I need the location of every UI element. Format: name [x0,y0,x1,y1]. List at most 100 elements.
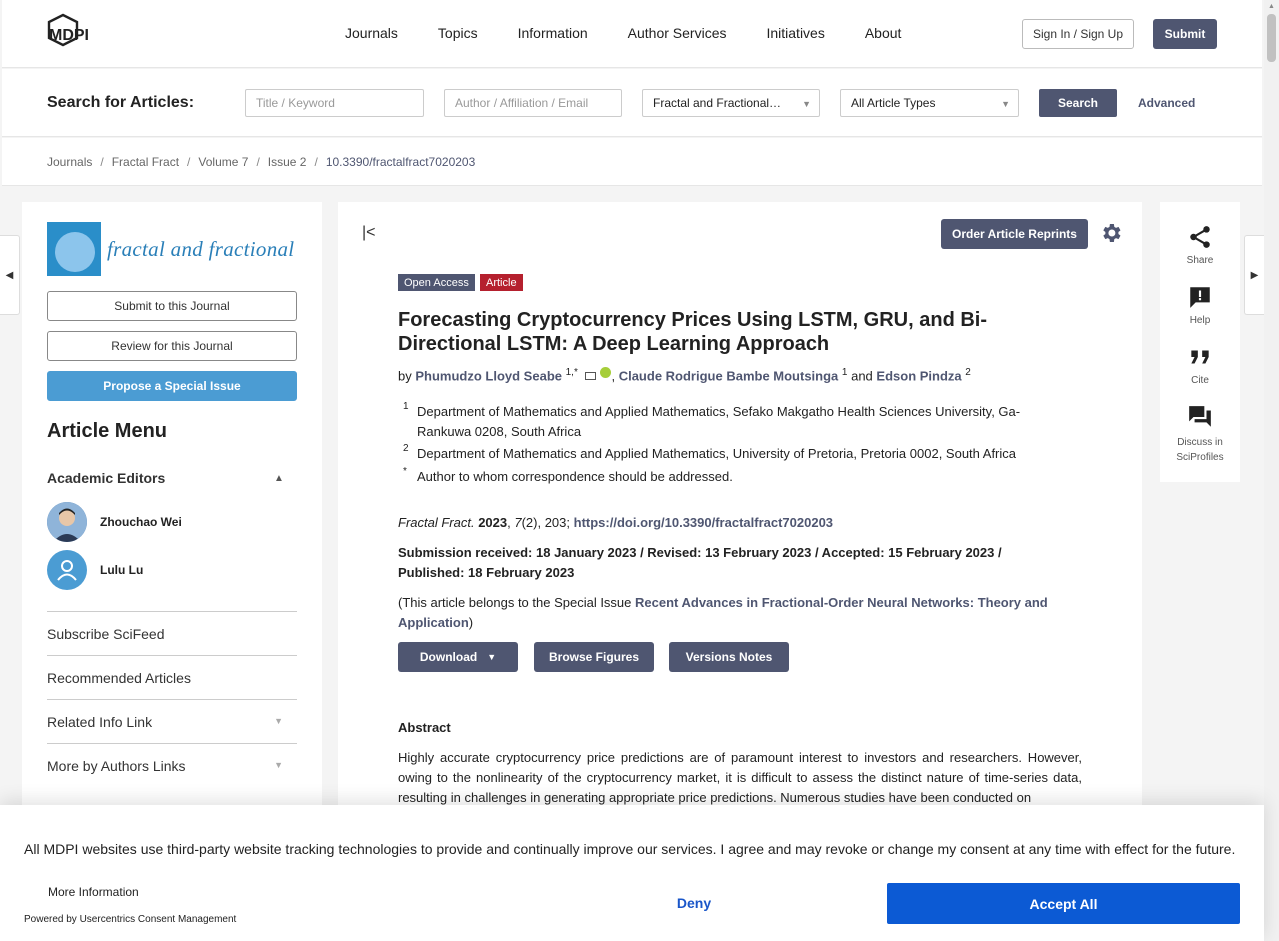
search-button[interactable]: Search [1039,89,1117,117]
submit-to-journal-button[interactable]: Submit to this Journal [47,291,297,321]
breadcrumb: Journals / Fractal Fract / Volume 7/ Issue… [2,138,1262,186]
affiliation: 1 Department of Mathematics and Applied … [403,401,1021,439]
nav-about[interactable]: About [865,25,902,41]
svg-text:MDPI: MDPI [49,27,89,44]
mdpi-logo[interactable]: MDPI [47,13,111,55]
email-icon[interactable] [585,372,597,381]
propose-special-issue-button[interactable]: Propose a Special Issue [47,371,297,401]
accept-all-button[interactable]: Accept All [887,883,1240,924]
editor-name: Zhouchao Wei [100,515,182,529]
caret-left-icon: ◀ [5,269,14,281]
forum-icon [1189,406,1211,427]
search-label: Search for Articles: [47,94,195,111]
breadcrumb-volume[interactable]: Volume 7 [198,155,248,169]
help-button[interactable]: Help [1160,284,1240,326]
editor-avatar [47,502,87,542]
consent-text: All MDPI websites use third-party websit… [24,841,1236,857]
article-tools: Share Help Cite Discuss in SciProfiles [1160,202,1240,482]
menu-subscribe-scifeed[interactable]: Subscribe SciFeed [47,611,297,655]
share-icon [1190,226,1210,248]
more-information-link[interactable]: More Information [48,885,139,899]
collapse-sidebar-icon[interactable]: |< [362,224,376,242]
advanced-search-link[interactable]: Advanced [1138,96,1195,110]
cite-button[interactable]: Cite [1160,344,1240,386]
scrollbar-thumb[interactable] [1267,14,1276,62]
abstract-text: Highly accurate cryptocurrency price pre… [398,750,1082,805]
abstract-heading: Abstract [398,720,451,735]
author-link[interactable]: Phumudzo Lloyd Seabe [415,368,562,383]
review-for-journal-button[interactable]: Review for this Journal [47,331,297,361]
download-button[interactable]: Download ▼ [398,642,518,672]
article-menu-title: Article Menu [47,420,168,442]
special-issue-note: (This article belongs to the Special Iss… [398,595,1048,630]
author-list: by Phumudzo Lloyd Seabe 1,* , Claude Rod… [398,367,971,384]
article-type-badge: Article [480,274,523,291]
journal-logo-text: fractal and fractional [107,236,295,261]
cookie-consent-banner: All MDPI websites use third-party websit… [0,805,1264,941]
site-header: MDPI Journals Topics Information Author … [2,0,1262,68]
chevron-down-icon: ▼ [487,652,497,662]
menu-recommended-articles[interactable]: Recommended Articles [47,655,297,699]
journal-select-value: Fractal and Fractional… [653,96,782,110]
menu-item-label: Subscribe SciFeed [47,625,165,642]
chevron-up-icon[interactable]: ▲ [274,473,284,484]
discuss-button[interactable]: Discuss in SciProfiles [1160,404,1240,465]
menu-more-by-authors[interactable]: More by Authors Links ▼ [47,743,297,787]
menu-item-label: Recommended Articles [47,669,191,686]
nav-topics[interactable]: Topics [438,25,478,41]
author-link[interactable]: Claude Rodrigue Bambe Moutsinga [619,368,839,383]
orcid-icon[interactable] [600,367,612,379]
breadcrumb-issue[interactable]: Issue 2 [268,155,307,169]
next-article-button[interactable]: ▶ [1244,235,1264,315]
affiliation: * Author to whom correspondence should b… [403,466,733,484]
breadcrumb-current: 10.3390/fractalfract7020203 [325,155,476,169]
affiliation: 2 Department of Mathematics and Applied … [403,443,1017,461]
editor-item[interactable]: Lulu Lu [47,550,143,590]
citation: Fractal Fract. 2023, 7(2), 203; https://… [398,515,834,530]
versions-notes-button[interactable]: Versions Notes [669,642,789,672]
doi-link[interactable]: https://doi.org/10.3390/fractalfract7020… [574,515,833,530]
menu-item-label: More by Authors Links [47,757,186,774]
article-title: Forecasting Cryptocurrency Prices Using … [398,309,988,355]
powered-by-text: Powered by Usercentrics Consent Manageme… [24,914,237,925]
open-access-badge: Open Access [398,274,475,291]
order-reprints-button[interactable]: Order Article Reprints [941,219,1088,249]
chevron-down-icon: ▼ [274,760,283,770]
editor-item[interactable]: Zhouchao Wei [47,502,182,542]
nav-journals[interactable]: Journals [345,25,398,41]
browse-figures-button[interactable]: Browse Figures [534,642,654,672]
submit-button[interactable]: Submit [1153,19,1217,49]
share-button[interactable]: Share [1160,224,1240,266]
deny-button[interactable]: Deny [614,883,774,923]
previous-article-button[interactable]: ◀ [0,235,20,315]
breadcrumb-journals[interactable]: Journals [47,155,92,169]
keyword-input[interactable]: Title / Keyword [245,89,424,117]
sign-in-button[interactable]: Sign In / Sign Up [1022,19,1134,49]
dropdown-caret-icon: ▼ [802,99,811,109]
article-type-select[interactable]: All Article Types ▼ [840,89,1019,117]
article-type-value: All Article Types [851,96,936,110]
author-input[interactable]: Author / Affiliation / Email [444,89,622,117]
nav-author-services[interactable]: Author Services [628,25,727,41]
user-avatar-icon [47,550,87,590]
nav-information[interactable]: Information [518,25,588,41]
editor-name: Lulu Lu [100,563,144,577]
menu-related-info-link[interactable]: Related Info Link ▼ [47,699,297,743]
chevron-down-icon: ▼ [274,716,283,726]
journal-select[interactable]: Fractal and Fractional… ▼ [642,89,820,117]
caret-right-icon: ▶ [1250,269,1259,281]
quote-icon [1191,350,1209,364]
academic-editors-toggle[interactable]: Academic Editors [47,470,165,486]
main-nav: Journals Topics Information Author Servi… [345,25,941,41]
page-scrollbar[interactable]: ▲ [1264,0,1279,941]
dropdown-caret-icon: ▼ [1001,99,1010,109]
fractal-logo-icon [47,222,101,276]
author-link[interactable]: Edson Pindza [876,368,961,383]
help-icon [1190,287,1210,308]
gear-icon[interactable] [1099,221,1123,245]
breadcrumb-journal[interactable]: Fractal Fract [112,155,179,169]
journal-logo[interactable]: fractal and fractional [47,222,297,276]
scroll-up-icon[interactable]: ▲ [1268,3,1275,10]
menu-item-label: Related Info Link [47,713,153,730]
nav-initiatives[interactable]: Initiatives [766,25,824,41]
